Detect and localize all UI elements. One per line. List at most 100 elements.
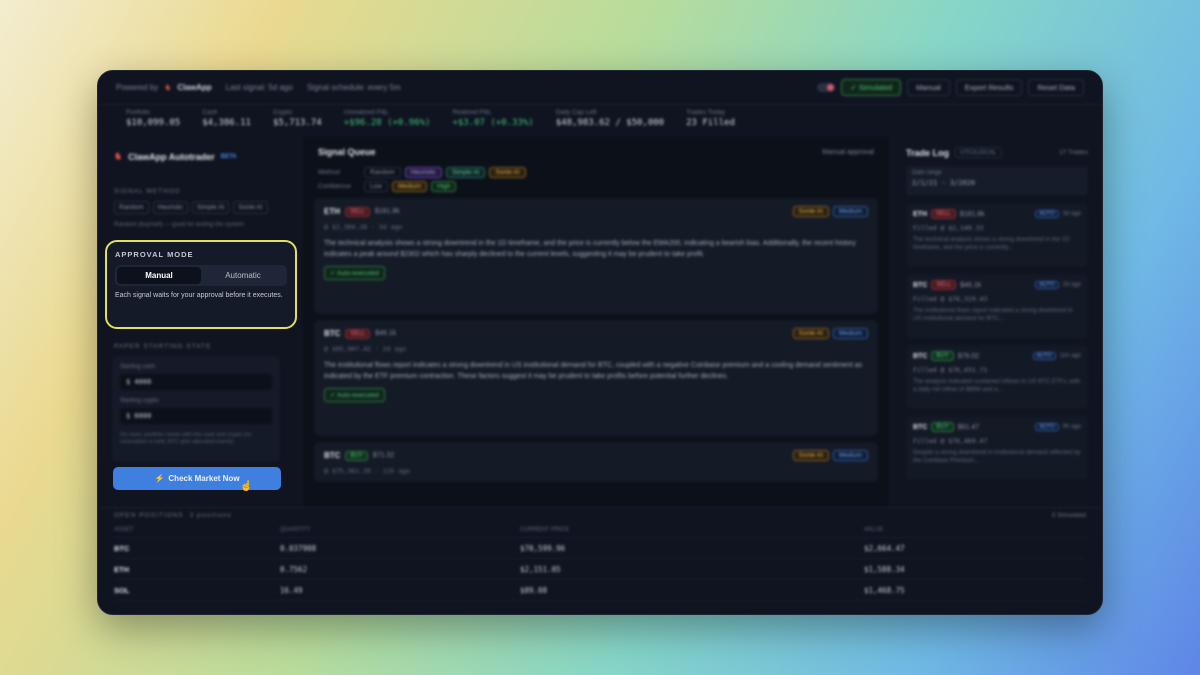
table-row[interactable]: SOL 16.49 $89.08 $1,468.75	[114, 580, 1086, 601]
topbar-actions: ✓ Simulated Manual Export Results Reset …	[817, 79, 1084, 96]
signal-symbol: BTC	[324, 329, 341, 338]
timezone-toggle[interactable]: UTC/LOCAL	[955, 147, 1002, 158]
trade-side-badge: BUY	[931, 422, 954, 432]
signal-queue: Signal Queue Manual approval Method Rand…	[304, 137, 888, 507]
trade-amount: $46.1k	[960, 281, 982, 289]
date-range-field[interactable]: Date range 2/1/21 - 3/2026	[906, 166, 1088, 196]
position-price: $89.08	[520, 585, 548, 595]
trade-log-item[interactable]: BTC SELL $46.1k AUTO 2d ago Filled @ $76…	[906, 274, 1088, 338]
signal-side-badge: SELL	[345, 328, 371, 339]
confidence-filter-label: Confidence	[318, 183, 351, 190]
signal-reasoning: The technical analysis shows a strong do…	[324, 240, 856, 258]
hand-pointer-icon: ☝	[240, 481, 253, 492]
claw-logo-icon: ♞	[164, 83, 172, 92]
trade-side-badge: SELL	[931, 280, 957, 290]
trade-log-item[interactable]: BTC BUY $76.02 AUTO 11h ago Filled @ $76…	[906, 345, 1088, 409]
signal-amount: $181.8k	[374, 208, 400, 215]
manual-mode-button[interactable]: Manual	[117, 267, 201, 284]
queue-filters: Method Random Heuristic Simple AI Sonle …	[304, 167, 888, 192]
powered-by-label: Powered by	[116, 83, 159, 92]
signal-reasoning: The institutional flows report indicates…	[324, 362, 863, 380]
queue-title: Signal Queue	[318, 147, 376, 157]
signal-method-tag: Sonle AI	[792, 450, 829, 461]
paper-starting-state-label: PAPER STARTING STATE	[114, 343, 212, 350]
auto-badge: AUTO	[1035, 281, 1059, 289]
positions-count: 3 positions	[189, 512, 232, 519]
filter-medium[interactable]: Medium	[391, 181, 428, 192]
trade-amount: $181.8k	[959, 210, 985, 218]
export-results-button[interactable]: Export Results	[955, 79, 1023, 96]
signal-confidence-tag: Medium	[832, 328, 868, 339]
trade-description: The technical analysis shows a strong do…	[913, 237, 1070, 252]
signal-method-tag: Sonle AI	[792, 206, 829, 217]
position-value: $1,588.34	[864, 564, 905, 574]
signal-side-badge: SELL	[345, 206, 370, 217]
trade-amount: $76.02	[957, 352, 980, 360]
stat-realized-pnl: Realized P&L +$3.07 (+0.33%)	[452, 109, 534, 128]
position-asset: BTC	[114, 543, 130, 553]
trade-fill: Filled @ $76,469.47	[913, 437, 988, 445]
top-bar: Powered by ♞ ClawApp Last signal: 5d ago…	[98, 71, 1102, 105]
method-heuristic[interactable]: Heuristic	[152, 201, 188, 214]
filter-high[interactable]: High	[431, 181, 457, 192]
filter-simple-ai[interactable]: Simple AI	[445, 167, 486, 178]
col-asset: ASSET	[114, 527, 134, 533]
method-filter-row: Method Random Heuristic Simple AI Sonle …	[318, 167, 874, 178]
stat-trades-today: Trades Today 23 Filled	[686, 109, 735, 128]
trade-log-title: Trade Log	[906, 147, 950, 158]
position-asset: SOL	[114, 585, 130, 595]
position-quantity: 16.49	[280, 585, 303, 595]
stat-daily-cap: Daily Cap Left $48,983.62 / $50,000	[555, 109, 665, 128]
manual-button[interactable]: Manual	[907, 79, 950, 96]
table-row[interactable]: BTC 0.037908 $70,599.96 $2,664.47	[114, 538, 1086, 559]
position-quantity: 0.037908	[280, 543, 317, 553]
queue-header: Signal Queue Manual approval	[304, 137, 888, 167]
position-value: $2,664.47	[864, 543, 905, 553]
automatic-mode-button[interactable]: Automatic	[201, 267, 285, 284]
method-simple-ai[interactable]: Simple AI	[191, 201, 230, 214]
signal-card[interactable]: BTC BUY $71.32 Sonle AI Medium @ $75,361…	[314, 442, 878, 482]
claw-logo-icon: ♞	[114, 151, 123, 161]
paper-note: On reset, portfolio resets with this cas…	[120, 432, 252, 446]
trade-description: Despite a strong downtrend in institutio…	[913, 450, 1081, 465]
trade-symbol: BTC	[913, 352, 928, 360]
trade-count: 17 Trades	[1059, 149, 1088, 156]
trade-fill: Filled @ $2,149.33	[913, 224, 984, 232]
starting-cash-input[interactable]: $ 4000	[120, 374, 272, 390]
method-sonle-ai[interactable]: Sonle AI	[233, 201, 268, 214]
check-market-now-button[interactable]: ⚡ Check Market Now	[113, 467, 281, 490]
auto-badge: AUTO	[1035, 210, 1059, 218]
filter-sonle-ai[interactable]: Sonle AI	[489, 167, 526, 178]
signal-card[interactable]: ETH SELL $181.8k Sonle AI Medium @ $2,30…	[314, 198, 878, 314]
lightning-icon: ⚡	[154, 474, 165, 483]
method-random[interactable]: Random	[114, 201, 149, 214]
filter-heuristic[interactable]: Heuristic	[404, 167, 442, 178]
filter-low[interactable]: Low	[364, 181, 388, 192]
position-value: $1,468.75	[864, 585, 905, 595]
trade-log-item[interactable]: BTC BUY $61.47 AUTO 9h ago Filled @ $76,…	[906, 416, 1088, 480]
trade-description: The analysis indicated sustained inflows…	[913, 379, 1081, 394]
signal-meta: @ $2,304.28 · 3d ago	[324, 223, 403, 231]
signal-amount: $71.32	[372, 452, 395, 459]
filter-random[interactable]: Random	[364, 167, 401, 178]
positions-filter[interactable]: 3 Simulated	[1052, 512, 1086, 519]
signal-card[interactable]: BTC SELL $46.1k Sonle AI Medium @ $95,90…	[314, 320, 878, 436]
signal-confidence-tag: Medium	[832, 206, 868, 217]
live-toggle[interactable]	[817, 83, 836, 92]
position-price: $2,151.05	[520, 564, 561, 574]
trade-description: The institutional flows report indicated…	[913, 308, 1073, 323]
sidebar-title: ♞ ClawApp Autotrader BETA	[114, 151, 278, 162]
table-row[interactable]: ETH 0.7562 $2,151.05 $1,588.34	[114, 559, 1086, 580]
check-market-label: Check Market Now	[168, 474, 240, 483]
simulated-button[interactable]: ✓ Simulated	[841, 79, 902, 96]
starting-cash-label: Starting cash	[120, 364, 156, 370]
signal-amount: $46.1k	[375, 330, 397, 337]
approval-mode-toggle: Manual Automatic	[115, 265, 287, 286]
starting-crypto-input[interactable]: $ 6000	[120, 408, 272, 424]
app-window: Powered by ♞ ClawApp Last signal: 5d ago…	[97, 70, 1103, 615]
auto-executed-badge: ✓ Auto-executed	[324, 388, 385, 402]
reset-data-button[interactable]: Reset Data	[1028, 79, 1084, 96]
position-price: $70,599.96	[520, 543, 566, 553]
trade-log-item[interactable]: ETH SELL $181.8k AUTO 3d ago Filled @ $2…	[906, 203, 1088, 267]
positions-header: OPEN POSITIONS 3 positions 3 Simulated	[114, 512, 1086, 519]
